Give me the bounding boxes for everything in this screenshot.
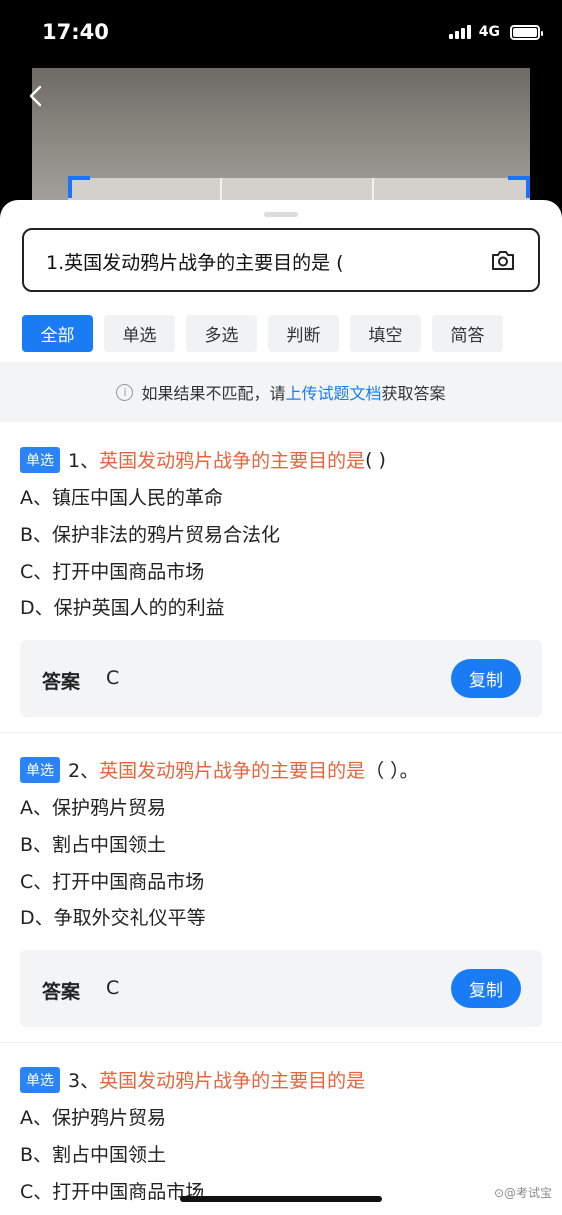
- camera-icon[interactable]: [490, 248, 516, 272]
- option-a: A、保护鸦片贸易: [20, 797, 166, 819]
- search-box[interactable]: 1.英国发动鸦片战争的主要目的是 (: [22, 228, 540, 292]
- copy-button[interactable]: 复制: [451, 969, 521, 1008]
- question-title: 单选 2、 英国发动鸦片战争的主要目的是 （ ）。: [20, 756, 419, 783]
- question-number: 1、: [68, 450, 100, 472]
- watermark: ⊙@考试宝: [493, 1186, 552, 1200]
- divider: [0, 732, 562, 733]
- option-c: C、打开中国商品市场: [20, 871, 205, 893]
- question-type-badge: 单选: [20, 756, 60, 783]
- crop-handle-top-left[interactable]: [68, 176, 90, 198]
- status-time: 17:40: [42, 20, 109, 44]
- mismatch-notice: i 如果结果不匹配，请 上传试题文档 获取答案: [0, 362, 562, 422]
- signal-icon: [448, 25, 471, 39]
- upload-doc-link[interactable]: 上传试题文档: [285, 380, 381, 404]
- tab-short-answer[interactable]: 简答: [432, 315, 503, 352]
- answer-label: 答案: [42, 671, 81, 693]
- answer-label: 答案: [42, 981, 81, 1003]
- captured-photo: [32, 68, 530, 218]
- answer-value: C: [106, 977, 120, 999]
- divider: [0, 1042, 562, 1043]
- option-c: C、打开中国商品市场: [20, 1181, 205, 1203]
- filter-tabs: 全部 单选 多选 判断 填空 简答: [22, 315, 503, 352]
- option-b: B、割占中国领土: [20, 1144, 167, 1166]
- tab-fill-blank[interactable]: 填空: [350, 315, 421, 352]
- option-c: C、打开中国商品市场: [20, 561, 205, 583]
- question-number: 3、: [68, 1070, 100, 1092]
- notice-prefix: 如果结果不匹配，请: [141, 384, 286, 403]
- option-b: B、割占中国领土: [20, 834, 167, 856]
- question-text: 英国发动鸦片战争的主要目的是: [99, 1070, 366, 1092]
- option-d: D、争取外交礼仪平等: [20, 907, 206, 929]
- tab-all[interactable]: 全部: [22, 315, 93, 352]
- sheet-drag-handle[interactable]: [264, 212, 298, 217]
- notice-suffix: 获取答案: [381, 384, 446, 403]
- option-a: A、镇压中国人民的革命: [20, 487, 223, 509]
- question-title: 单选 3、 英国发动鸦片战争的主要目的是: [20, 1066, 365, 1093]
- battery-icon: [510, 24, 543, 40]
- tab-single-choice[interactable]: 单选: [104, 315, 175, 352]
- copy-button[interactable]: 复制: [451, 659, 521, 698]
- question-title: 单选 1、 英国发动鸦片战争的主要目的是 ( ): [20, 446, 386, 473]
- search-query[interactable]: 1.英国发动鸦片战争的主要目的是 (: [46, 248, 344, 275]
- results-sheet: 1.英国发动鸦片战争的主要目的是 ( 全部 单选 多选 判断 填空 简答 i 如…: [0, 200, 562, 1215]
- status-bar: 17:40 4G: [0, 0, 562, 68]
- home-indicator[interactable]: [180, 1196, 382, 1202]
- question-tail: （ ）。: [365, 760, 419, 782]
- status-indicators: 4G: [448, 24, 543, 40]
- info-icon: i: [116, 383, 134, 401]
- tab-multiple-choice[interactable]: 多选: [186, 315, 257, 352]
- question-type-badge: 单选: [20, 446, 60, 473]
- answer-value: C: [106, 667, 120, 689]
- network-type: 4G: [478, 24, 500, 40]
- answer-box: 答案 C 复制: [20, 640, 542, 717]
- answer-box: 答案 C 复制: [20, 950, 542, 1027]
- option-b: B、保护非法的鸦片贸易合法化: [20, 524, 281, 546]
- back-arrow-icon[interactable]: [26, 84, 48, 108]
- question-tail: ( ): [365, 448, 386, 471]
- option-d: D、保护英国人的的利益: [20, 597, 225, 619]
- tab-true-false[interactable]: 判断: [268, 315, 339, 352]
- option-a: A、保护鸦片贸易: [20, 1107, 166, 1129]
- question-type-badge: 单选: [20, 1066, 60, 1093]
- question-number: 2、: [68, 760, 100, 782]
- question-text: 英国发动鸦片战争的主要目的是: [99, 760, 366, 782]
- question-text: 英国发动鸦片战争的主要目的是: [99, 450, 366, 472]
- crop-handle-top-right[interactable]: [508, 176, 530, 198]
